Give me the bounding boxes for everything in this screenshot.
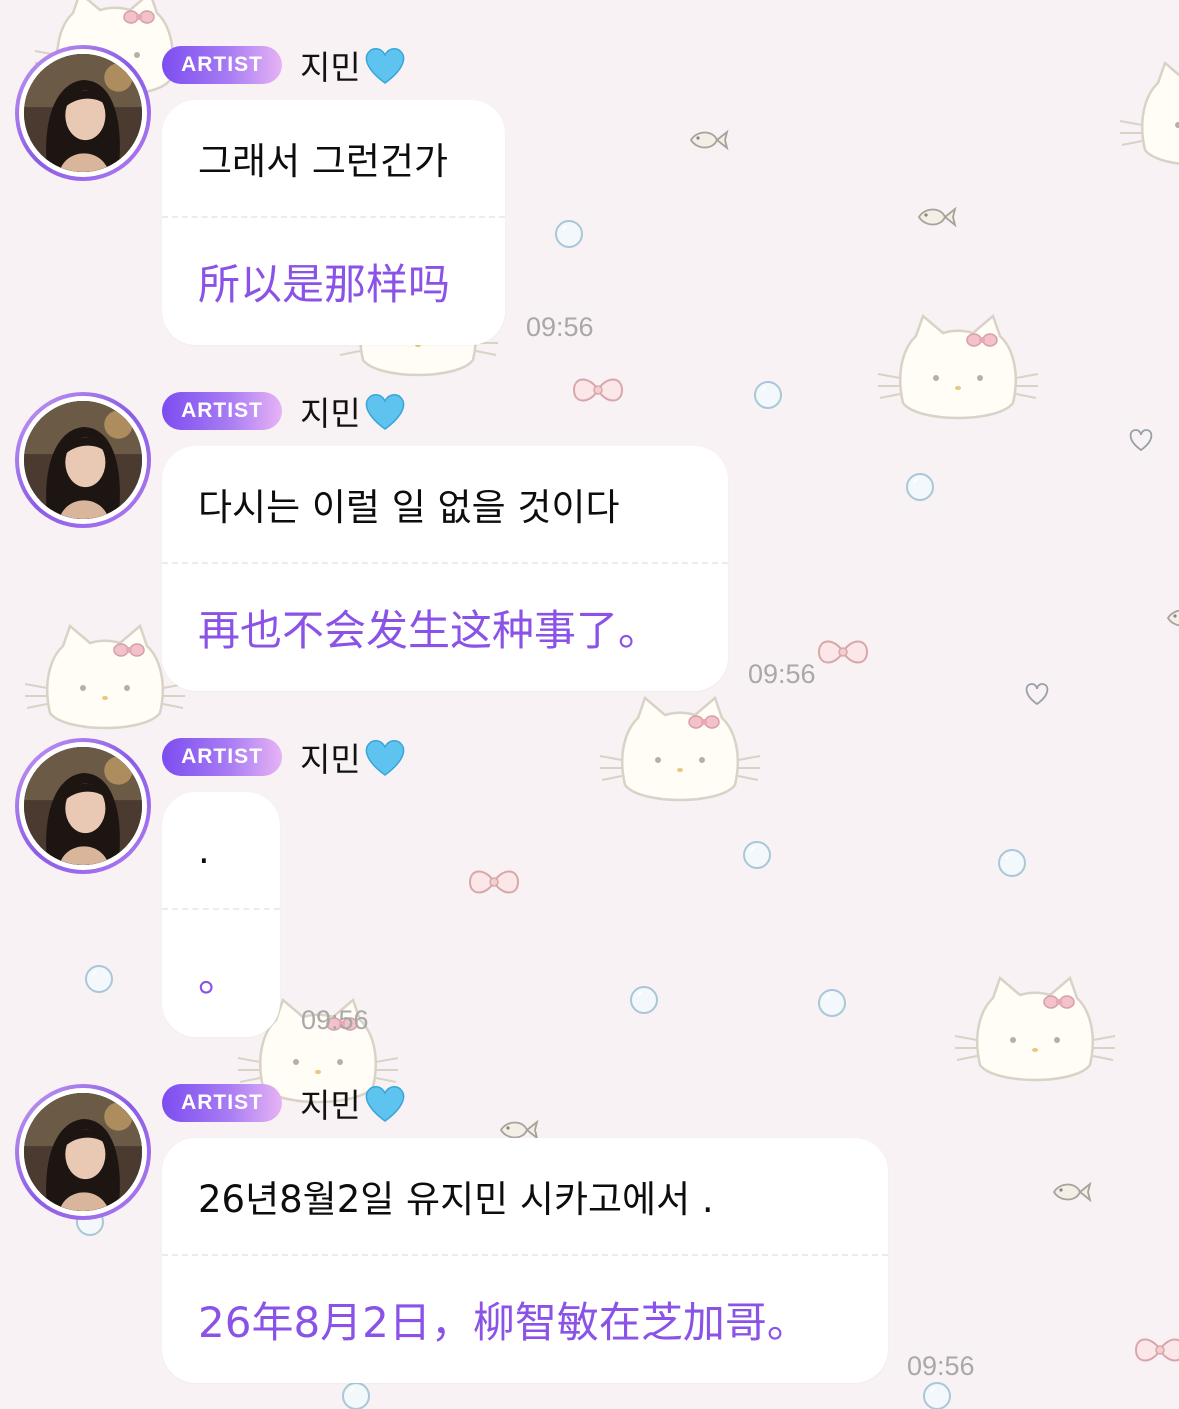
avatar[interactable] xyxy=(15,45,151,181)
cat-face-icon xyxy=(876,314,1040,420)
bow-icon xyxy=(469,870,519,894)
bubble-icon xyxy=(923,1382,951,1409)
sender-row: 지민 xyxy=(300,389,407,433)
blue-heart-icon xyxy=(365,394,405,430)
translation-text: 26年8月2日，柳智敏在芝加哥。 xyxy=(198,1298,809,1347)
blue-heart-icon xyxy=(365,740,405,776)
timestamp: 09:56 xyxy=(907,1351,975,1381)
blue-heart-icon xyxy=(365,48,405,84)
avatar[interactable] xyxy=(15,738,151,874)
cat-face-icon xyxy=(953,976,1117,1082)
fish-icon xyxy=(690,131,728,149)
bubble-icon xyxy=(754,381,782,409)
heart-outline-icon xyxy=(1025,683,1049,705)
fish-icon xyxy=(500,1121,538,1139)
timestamp: 09:56 xyxy=(301,1005,369,1035)
message-bubble[interactable]: . 。 xyxy=(162,792,280,1037)
message-bubble[interactable]: 26년8월2일 유지민 시카고에서 . 26年8月2日，柳智敏在芝加哥。 xyxy=(162,1138,888,1383)
artist-badge: ARTIST xyxy=(162,46,282,84)
original-text: 다시는 이럴 일 없을 것이다 xyxy=(198,486,620,529)
bubble-icon xyxy=(342,1382,370,1409)
translation-text: 再也不会发生这种事了。 xyxy=(198,606,661,655)
cat-face-icon xyxy=(1118,61,1179,167)
timestamp: 09:56 xyxy=(748,659,816,689)
artist-badge: ARTIST xyxy=(162,1084,282,1122)
profile-photo xyxy=(24,401,142,519)
bow-icon xyxy=(818,640,868,664)
bubble-icon xyxy=(906,473,934,501)
bubble-icon xyxy=(85,965,113,993)
bow-icon xyxy=(573,378,623,402)
bubble-icon xyxy=(630,986,658,1014)
original-text: 26년8월2일 유지민 시카고에서 . xyxy=(198,1178,714,1221)
translation-text: 所以是那样吗 xyxy=(198,260,451,309)
profile-photo xyxy=(24,1093,142,1211)
bow-icon xyxy=(1135,1338,1179,1362)
timestamp: 09:56 xyxy=(526,312,594,342)
sender-name[interactable]: 지민 xyxy=(300,733,361,781)
artist-badge: ARTIST xyxy=(162,392,282,430)
avatar[interactable] xyxy=(15,392,151,528)
message-bubble[interactable]: 그래서 그런건가 所以是那样吗 xyxy=(162,100,505,345)
cat-face-icon xyxy=(598,696,762,802)
heart-outline-icon xyxy=(1129,429,1153,451)
sender-row: 지민 xyxy=(300,43,407,87)
bubble-icon xyxy=(555,220,583,248)
fish-icon xyxy=(918,208,956,226)
sender-name[interactable]: 지민 xyxy=(300,1079,361,1127)
sender-row: 지민 xyxy=(300,1081,407,1125)
profile-photo xyxy=(24,747,142,865)
fish-icon xyxy=(1167,609,1179,627)
avatar[interactable] xyxy=(15,1084,151,1220)
fish-icon xyxy=(1053,1183,1091,1201)
original-text: 그래서 그런건가 xyxy=(198,140,449,183)
message-bubble[interactable]: 다시는 이럴 일 없을 것이다 再也不会发生这种事了。 xyxy=(162,446,728,691)
original-text: . xyxy=(198,828,210,872)
translation-text: 。 xyxy=(198,952,241,1001)
bubble-icon xyxy=(818,989,846,1017)
blue-heart-icon xyxy=(365,1086,405,1122)
sender-name[interactable]: 지민 xyxy=(300,41,361,89)
bubble-icon xyxy=(743,841,771,869)
bubble-icon xyxy=(998,849,1026,877)
artist-badge: ARTIST xyxy=(162,738,282,776)
profile-photo xyxy=(24,54,142,172)
cat-face-icon xyxy=(23,624,187,730)
sender-row: 지민 xyxy=(300,735,407,779)
sender-name[interactable]: 지민 xyxy=(300,387,361,435)
